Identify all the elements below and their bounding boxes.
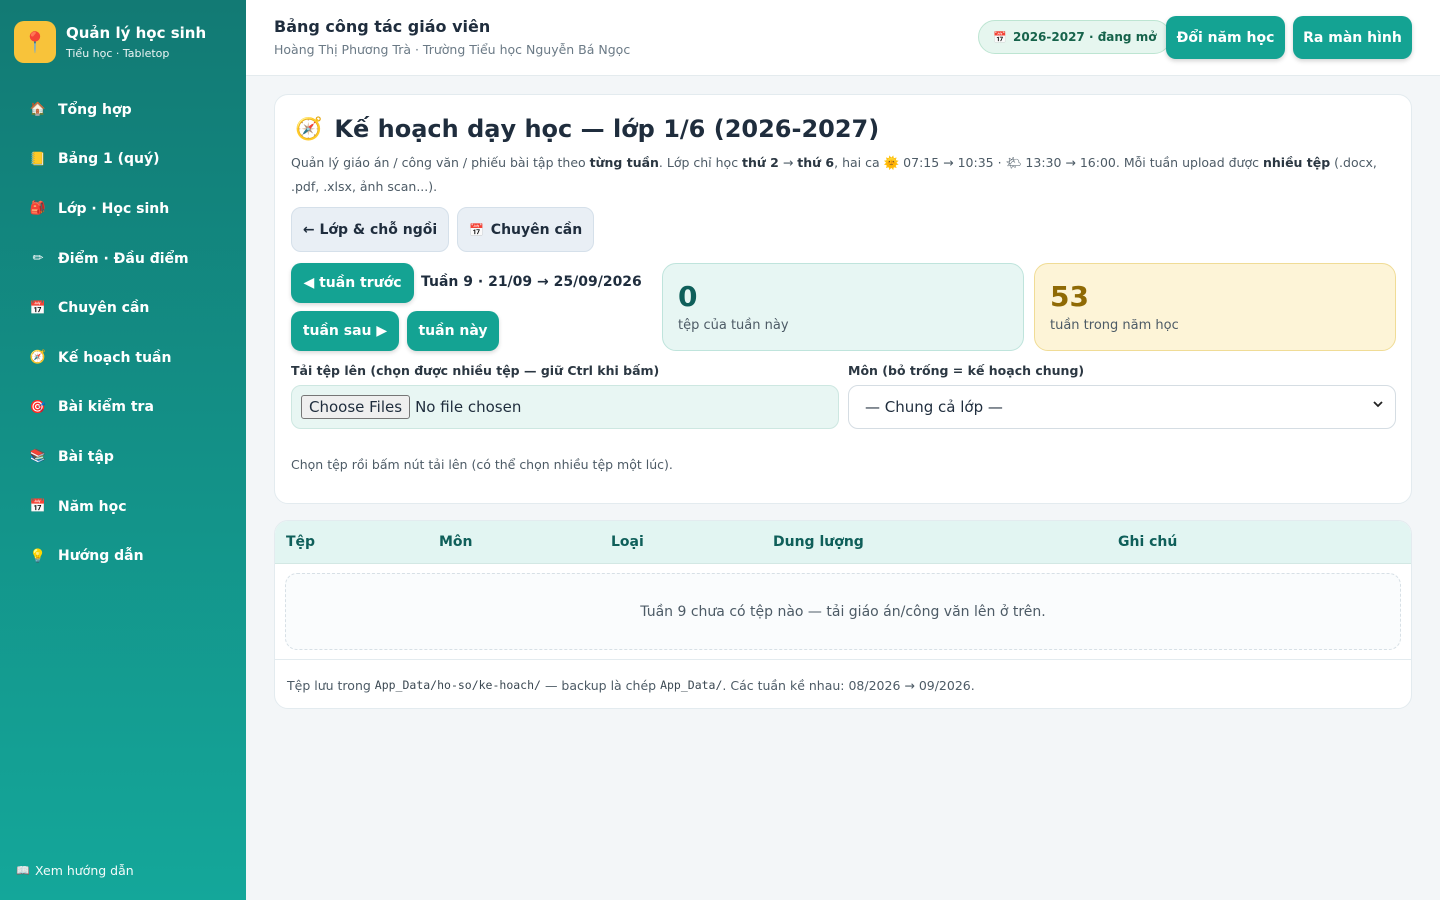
calendar-icon: 📅 [29, 499, 47, 515]
subject-label: Môn (bỏ trống = kế hoạch chung) [848, 363, 1085, 378]
column-header-file[interactable]: Tệp [286, 534, 315, 550]
sidebar-item-chuyen-can[interactable]: 📅 Chuyên cần [0, 283, 246, 333]
books-icon: 📚 [29, 449, 47, 465]
sidebar-nav: 🏠 Tổng hợp 📒 Bảng 1 (quý) 🎒 Lớp · Học si… [0, 85, 246, 581]
sidebar-item-label: Bảng 1 (quý) [58, 151, 160, 168]
pencil-icon: ✏ [32, 251, 44, 267]
lightbulb-icon: 💡 [29, 548, 47, 564]
sidebar-item-tong-hop[interactable]: 🏠 Tổng hợp [0, 85, 246, 135]
brand-title: Quản lý học sinh [66, 24, 207, 42]
pin-icon: 📍 [14, 21, 56, 63]
choose-files-button[interactable]: Choose Files [301, 395, 411, 419]
book-icon: 📖 [16, 864, 30, 877]
weeks-count-label: tuần trong năm học [1050, 318, 1179, 333]
sun-cloud-icon: 🌤 [1005, 155, 1022, 170]
file-status: No file chosen [415, 398, 522, 416]
files-this-week-stat: 0 tệp của tuần này [662, 263, 1024, 351]
sidebar-item-bai-kiem-tra[interactable]: 🎯 Bài kiểm tra [0, 383, 246, 433]
file-upload-input[interactable]: Choose Files No file chosen [291, 385, 839, 429]
brand-subtitle: Tiểu học · Tabletop [66, 47, 170, 60]
files-count: 0 [678, 280, 698, 313]
view-guide-label: Xem hướng dẫn [35, 863, 134, 878]
sidebar: 📍 Quản lý học sinh Tiểu học · Tabletop 🏠… [0, 0, 246, 900]
sidebar-item-bang-1[interactable]: 📒 Bảng 1 (quý) [0, 135, 246, 185]
sidebar-item-label: Bài tập [58, 448, 114, 465]
plan-card: 🧭 Kế hoạch dạy học — lớp 1/6 (2026-2027)… [274, 94, 1412, 504]
sidebar-item-huong-dan[interactable]: 💡 Hướng dẫn [0, 531, 246, 581]
brand[interactable]: 📍 Quản lý học sinh Tiểu học · Tabletop [14, 21, 206, 63]
chevron-down-icon [1373, 401, 1383, 408]
compass-icon: 🧭 [295, 116, 323, 142]
attendance-button-label: Chuyên cần [490, 221, 583, 238]
page-title: Bảng công tác giáo viên [274, 17, 491, 36]
sidebar-item-label: Bài kiểm tra [58, 399, 154, 416]
attendance-button[interactable]: 📅 Chuyên cần [457, 207, 594, 252]
sidebar-item-lop-hoc-sinh[interactable]: 🎒 Lớp · Học sinh [0, 184, 246, 234]
plan-description: Quản lý giáo án / công văn / phiếu bài t… [291, 155, 1377, 194]
sun-icon: 🌞 [883, 155, 900, 170]
target-icon: 🎯 [29, 399, 47, 415]
subject-select-value: — Chung cả lớp — [865, 398, 1003, 416]
exit-screen-button[interactable]: Ra màn hình [1293, 16, 1412, 59]
folder-icon: 📒 [29, 151, 47, 167]
sidebar-item-label: Chuyên cần [58, 300, 150, 317]
sidebar-item-bai-tap[interactable]: 📚 Bài tập [0, 432, 246, 482]
weeks-in-year-stat: 53 tuần trong năm học [1034, 263, 1396, 351]
sidebar-item-label: Năm học [58, 498, 127, 515]
topbar: Bảng công tác giáo viên Hoàng Thị Phương… [246, 0, 1440, 76]
house-icon: 🏠 [29, 102, 47, 118]
sidebar-item-label: Điểm · Đầu điểm [58, 250, 189, 267]
school-year-label: 2026-2027 · đang mở [1013, 30, 1157, 44]
view-guide-link[interactable]: 📖 Xem hướng dẫn [16, 863, 134, 878]
weeks-count: 53 [1050, 280, 1089, 313]
sidebar-item-diem[interactable]: ✏ Điểm · Đầu điểm [0, 234, 246, 284]
sidebar-item-nam-hoc[interactable]: 📅 Năm học [0, 482, 246, 532]
column-header-note[interactable]: Ghi chú [1118, 534, 1177, 550]
column-header-size[interactable]: Dung lượng [773, 534, 864, 550]
empty-state: Tuần 9 chưa có tệp nào — tải giáo án/côn… [285, 573, 1401, 650]
sidebar-item-label: Lớp · Học sinh [58, 200, 170, 217]
week-range-label: Tuần 9 · 21/09 → 25/09/2026 [421, 274, 642, 290]
calendar-icon: 📅 [993, 30, 1007, 44]
compass-icon: 🧭 [29, 350, 47, 366]
switch-year-button[interactable]: Đổi năm học [1166, 16, 1285, 59]
plan-title: Kế hoạch dạy học — lớp 1/6 (2026-2027) [334, 115, 880, 143]
previous-week-button[interactable]: ◀ tuần trước [291, 263, 414, 303]
upload-hint: Chọn tệp rồi bấm nút tải lên (có thể chọ… [291, 457, 673, 472]
class-seating-button[interactable]: ← Lớp & chỗ ngồi [291, 207, 449, 252]
plan-heading: 🧭 Kế hoạch dạy học — lớp 1/6 (2026-2027) [295, 115, 879, 143]
storage-note: Tệp lưu trong App_Data/ho-so/ke-hoach/ —… [275, 659, 1411, 708]
files-table: Tệp Môn Loại Dung lượng Ghi chú Tuần 9 c… [274, 520, 1412, 709]
column-header-subject[interactable]: Môn [439, 534, 473, 550]
this-week-button[interactable]: tuần này [407, 311, 499, 351]
calendar-icon: 📅 [29, 300, 47, 316]
sidebar-item-label: Tổng hợp [58, 101, 132, 118]
sidebar-item-ke-hoach-tuan[interactable]: 🧭 Kế hoạch tuần [0, 333, 246, 383]
upload-label: Tải tệp lên (chọn được nhiều tệp — giữ C… [291, 363, 660, 378]
sidebar-item-label: Kế hoạch tuần [58, 349, 172, 366]
table-header: Tệp Môn Loại Dung lượng Ghi chú [275, 521, 1411, 564]
teacher-info: Hoàng Thị Phương Trà · Trường Tiểu học N… [274, 42, 631, 57]
files-count-label: tệp của tuần này [678, 318, 789, 333]
subject-select[interactable]: — Chung cả lớp — [848, 385, 1396, 429]
sidebar-item-label: Hướng dẫn [58, 548, 144, 565]
next-week-button[interactable]: tuần sau ▶ [291, 311, 399, 351]
calendar-icon: 📅 [469, 222, 485, 237]
column-header-type[interactable]: Loại [611, 534, 644, 550]
school-year-badge: 📅 2026-2027 · đang mở [978, 20, 1172, 54]
backpack-icon: 🎒 [29, 201, 47, 217]
